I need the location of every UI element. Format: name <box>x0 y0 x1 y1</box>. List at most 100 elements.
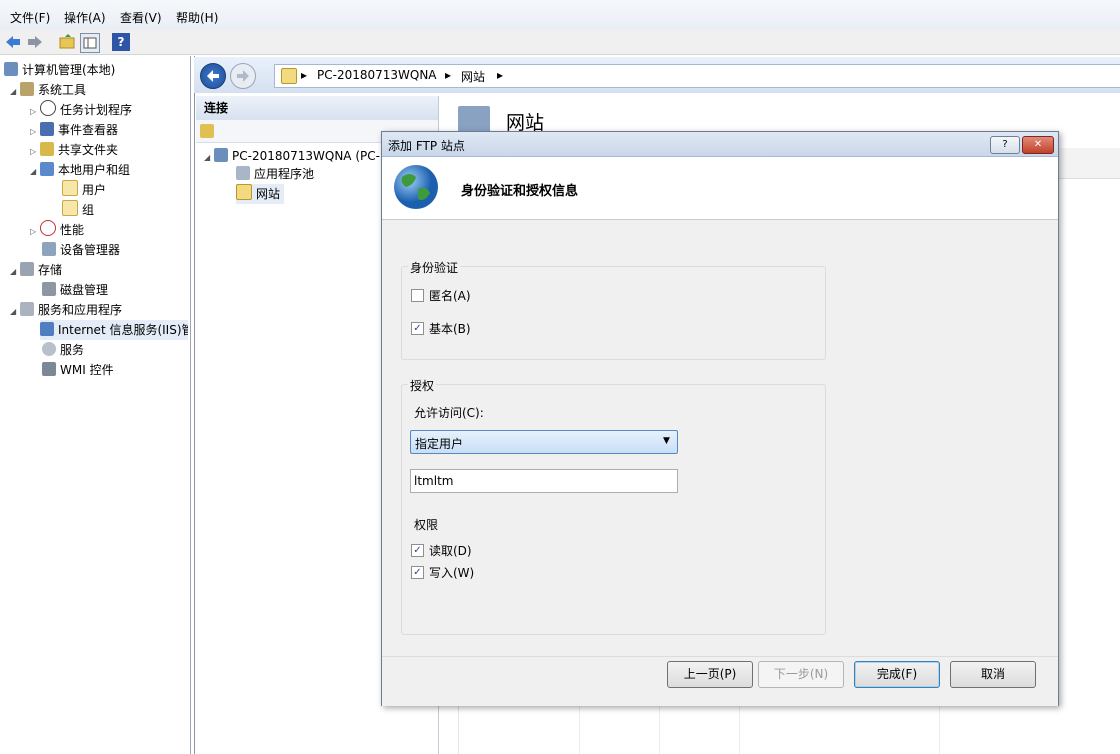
tree-item-performance[interactable]: ▷ 性能 <box>30 220 84 240</box>
tree-item-local-users[interactable]: ◢ 本地用户和组 <box>30 160 130 180</box>
finish-button[interactable]: 完成(F) <box>854 661 940 688</box>
users-icon <box>40 162 54 176</box>
read-label[interactable]: 读取(D) <box>429 542 472 559</box>
gear-icon <box>42 342 56 356</box>
tree-item-label: 服务 <box>60 343 85 357</box>
next-button[interactable]: 下一步(N) <box>758 661 844 688</box>
toolbar: ? <box>0 30 1120 55</box>
tree-item-label: 性能 <box>60 223 85 237</box>
menu-file[interactable]: 文件(F) <box>10 9 50 26</box>
address-box[interactable]: ▸ PC-20180713WQNA ▸ 网站 ▸ <box>274 64 1120 88</box>
collapsed-arrow-icon[interactable]: ▷ <box>30 142 40 162</box>
breadcrumb-separator-icon: ▸ <box>301 68 308 82</box>
expanded-arrow-icon[interactable]: ◢ <box>30 162 40 182</box>
breadcrumb-server[interactable]: PC-20180713WQNA <box>317 68 437 82</box>
tree-item-services[interactable]: 服务 <box>42 340 84 360</box>
tree-item-label: 磁盘管理 <box>60 283 109 297</box>
iis-icon <box>40 322 54 336</box>
allow-access-label: 允许访问(C): <box>414 406 484 420</box>
anonymous-checkbox[interactable] <box>411 289 424 302</box>
dialog-titlebar: 添加 FTP 站点 ? ✕ <box>382 132 1058 157</box>
tree-item-users[interactable]: 用户 <box>62 180 106 200</box>
tree-item-label: Internet 信息服务(IIS)管 <box>58 323 188 337</box>
write-checkbox[interactable]: ✓ <box>411 566 424 579</box>
breadcrumb-sites[interactable]: 网站 <box>461 68 485 85</box>
menu-view[interactable]: 查看(V) <box>120 9 162 26</box>
globe-icon <box>394 165 438 209</box>
tree-item-event-viewer[interactable]: ▷ 事件查看器 <box>30 120 118 140</box>
permissions-label: 权限 <box>414 518 439 532</box>
tools-icon <box>20 82 34 96</box>
server-icon <box>214 148 228 162</box>
tree-item-device-manager[interactable]: 设备管理器 <box>42 240 120 260</box>
nav-back-icon[interactable] <box>200 63 226 89</box>
tree-item-task-scheduler[interactable]: ▷ 任务计划程序 <box>30 100 132 120</box>
tree-item-label: 组 <box>82 203 95 217</box>
cancel-button[interactable]: 取消 <box>950 661 1036 688</box>
tree-item-label: 网站 <box>256 187 281 201</box>
connections-header: 连接 <box>196 96 438 120</box>
tree-item-label: 系统工具 <box>38 83 87 97</box>
site-folder-icon <box>281 68 297 84</box>
help-button[interactable]: ? <box>990 136 1020 154</box>
authentication-group <box>401 266 826 360</box>
nav-forward-icon[interactable] <box>230 63 256 89</box>
dialog-heading: 身份验证和授权信息 <box>461 184 579 199</box>
tree-item-iis[interactable]: Internet 信息服务(IIS)管 <box>40 320 188 340</box>
device-manager-icon <box>42 242 56 256</box>
basic-label[interactable]: 基本(B) <box>429 320 471 337</box>
dialog-title: 添加 FTP 站点 <box>388 139 465 153</box>
collapsed-arrow-icon[interactable]: ▷ <box>30 122 40 142</box>
show-hide-tree-icon[interactable] <box>80 33 100 53</box>
folder-icon <box>62 180 78 196</box>
computer-management-icon <box>4 62 18 76</box>
expanded-arrow-icon[interactable]: ◢ <box>10 302 20 322</box>
allow-access-select[interactable]: 指定用户 ▼ <box>410 430 678 454</box>
user-input[interactable]: ltmltm <box>410 469 678 493</box>
event-viewer-icon <box>40 122 54 136</box>
tree-item-storage[interactable]: ◢ 存储 <box>10 260 62 280</box>
tree-item-label: 存储 <box>38 263 63 277</box>
back-arrow-icon[interactable] <box>4 33 22 51</box>
site-folder-icon <box>236 184 252 200</box>
expanded-arrow-icon[interactable]: ◢ <box>204 148 214 168</box>
tree-item-groups[interactable]: 组 <box>62 200 94 220</box>
write-label[interactable]: 写入(W) <box>429 564 474 581</box>
tree-item-server[interactable]: ◢ PC-20180713WQNA (PC- <box>204 146 380 166</box>
authorization-group <box>401 384 826 635</box>
wmi-icon <box>42 362 56 376</box>
console-tree: 计算机管理(本地) ◢ 系统工具 ▷ 任务计划程序 ▷ 事件查看器 ▷ 共享文件夹 ◢ 本… <box>0 56 191 754</box>
tree-item-sites[interactable]: 网站 <box>236 184 285 204</box>
tree-root[interactable]: 计算机管理(本地) <box>4 60 115 80</box>
tree-item-shared-folders[interactable]: ▷ 共享文件夹 <box>30 140 118 160</box>
expanded-arrow-icon[interactable]: ◢ <box>10 82 20 102</box>
breadcrumb-separator-icon: ▸ <box>445 68 452 82</box>
menu-help[interactable]: 帮助(H) <box>176 9 218 26</box>
expanded-arrow-icon[interactable]: ◢ <box>10 262 20 282</box>
tree-item-label: 设备管理器 <box>60 243 121 257</box>
basic-checkbox[interactable]: ✓ <box>411 322 424 335</box>
tree-item-label: WMI 控件 <box>60 363 114 377</box>
folder-up-icon[interactable] <box>58 33 76 51</box>
help-icon[interactable]: ? <box>112 33 130 51</box>
anonymous-label[interactable]: 匿名(A) <box>429 287 471 304</box>
menu-action[interactable]: 操作(A) <box>64 9 106 26</box>
tree-item-services-apps[interactable]: ◢ 服务和应用程序 <box>10 300 122 320</box>
tree-item-app-pools[interactable]: 应用程序池 <box>236 164 314 184</box>
read-checkbox[interactable]: ✓ <box>411 544 424 557</box>
chevron-down-icon[interactable]: ▼ <box>663 436 670 446</box>
previous-button[interactable]: 上一页(P) <box>667 661 753 688</box>
tree-item-system-tools[interactable]: ◢ 系统工具 <box>10 80 86 100</box>
close-button[interactable]: ✕ <box>1022 136 1054 154</box>
tree-item-wmi[interactable]: WMI 控件 <box>42 360 114 380</box>
authentication-group-label: 身份验证 <box>408 259 461 276</box>
authorization-group-label: 授权 <box>408 377 437 394</box>
user-input-value: ltmltm <box>414 474 454 488</box>
tree-item-disk-management[interactable]: 磁盘管理 <box>42 280 108 300</box>
connect-icon[interactable] <box>200 124 214 138</box>
collapsed-arrow-icon[interactable]: ▷ <box>30 102 40 122</box>
forward-arrow-icon[interactable] <box>26 33 44 51</box>
dialog-header: 身份验证和授权信息 <box>382 157 1058 220</box>
collapsed-arrow-icon[interactable]: ▷ <box>30 222 40 242</box>
disk-icon <box>42 282 56 296</box>
